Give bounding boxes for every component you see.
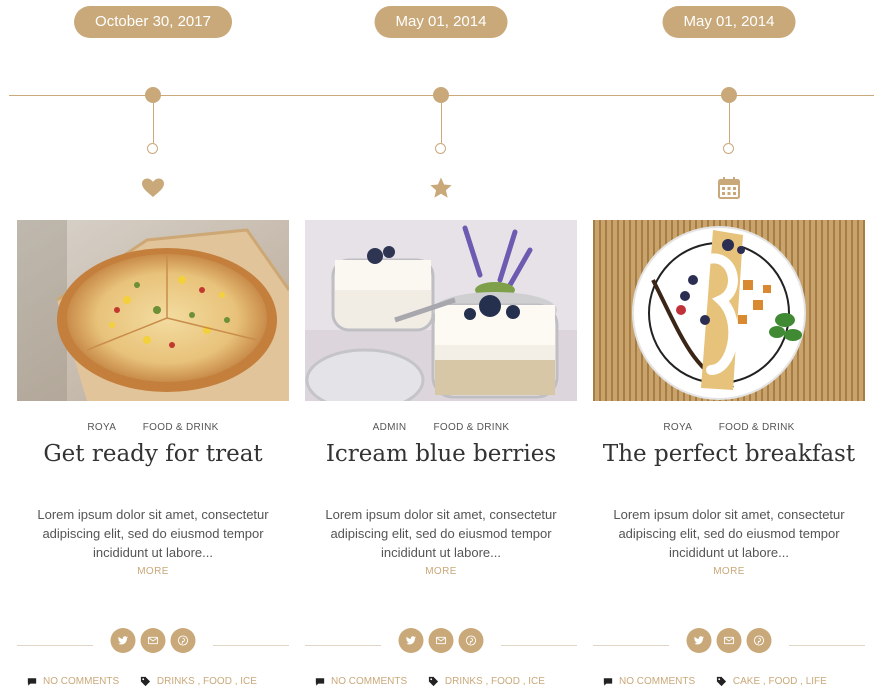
timeline-dot xyxy=(433,87,449,103)
tag-icon xyxy=(716,676,726,687)
pinterest-icon xyxy=(465,635,477,646)
divider xyxy=(305,645,381,646)
tag-link[interactable]: FOOD xyxy=(491,676,520,687)
email-share-button[interactable] xyxy=(428,628,454,653)
post-title[interactable]: Get ready for treat xyxy=(17,441,289,467)
share-buttons xyxy=(110,628,196,653)
twitter-icon xyxy=(693,636,705,645)
more-link[interactable]: MORE xyxy=(593,566,865,577)
timeline-stem xyxy=(441,103,442,143)
calendar-icon xyxy=(718,177,740,199)
post-footer: NO COMMENTS DRINKS , FOOD , ICE xyxy=(27,676,289,687)
divider xyxy=(593,645,669,646)
tag-icon xyxy=(140,676,150,687)
post-author[interactable]: ROYA xyxy=(87,422,115,433)
share-buttons xyxy=(398,628,484,653)
timeline-ring xyxy=(435,143,446,154)
tag-link[interactable]: DRINKS xyxy=(157,676,195,687)
post-image[interactable] xyxy=(593,220,865,401)
comment-icon xyxy=(27,677,37,686)
tag-link[interactable]: FOOD xyxy=(203,676,232,687)
post-author[interactable]: ADMIN xyxy=(373,422,407,433)
tag-link[interactable]: DRINKS xyxy=(445,676,483,687)
twitter-share-button[interactable] xyxy=(398,628,424,653)
timeline-stem xyxy=(153,103,154,143)
divider xyxy=(501,645,577,646)
post-excerpt: Lorem ipsum dolor sit amet, consectetur … xyxy=(37,507,269,560)
post-card: May 01, 2014 ROYA FOOD & DRINK The perfe… xyxy=(593,0,865,699)
pinterest-icon xyxy=(177,635,189,646)
timeline-dot xyxy=(145,87,161,103)
post-author[interactable]: ROYA xyxy=(663,422,691,433)
comments-link[interactable]: NO COMMENTS xyxy=(619,676,695,687)
post-category[interactable]: FOOD & DRINK xyxy=(719,422,795,433)
post-footer: NO COMMENTS CAKE , FOOD , LIFE xyxy=(603,676,865,687)
email-icon xyxy=(147,636,159,645)
divider xyxy=(789,645,865,646)
pinterest-share-button[interactable] xyxy=(458,628,484,653)
twitter-share-button[interactable] xyxy=(686,628,712,653)
post-title[interactable]: Icream blue berries xyxy=(305,441,577,467)
post-title[interactable]: The perfect breakfast xyxy=(593,441,865,467)
pinterest-share-button[interactable] xyxy=(170,628,196,653)
heart-icon xyxy=(142,178,164,197)
post-image[interactable] xyxy=(17,220,289,401)
post-excerpt: Lorem ipsum dolor sit amet, consectetur … xyxy=(325,507,557,560)
comment-icon xyxy=(315,677,325,686)
more-link[interactable]: MORE xyxy=(305,566,577,577)
tag-link[interactable]: CAKE xyxy=(733,676,760,687)
email-icon xyxy=(723,636,735,645)
comments-link[interactable]: NO COMMENTS xyxy=(331,676,407,687)
tag-link[interactable]: ICE xyxy=(240,676,257,687)
pinterest-share-button[interactable] xyxy=(746,628,772,653)
twitter-icon xyxy=(405,636,417,645)
email-icon xyxy=(435,636,447,645)
post-category[interactable]: FOOD & DRINK xyxy=(143,422,219,433)
timeline-dot xyxy=(721,87,737,103)
twitter-icon xyxy=(117,636,129,645)
post-date: May 01, 2014 xyxy=(374,6,508,38)
post-image[interactable] xyxy=(305,220,577,401)
pinterest-icon xyxy=(753,635,765,646)
tag-link[interactable]: LIFE xyxy=(806,676,827,687)
timeline-ring xyxy=(723,143,734,154)
email-share-button[interactable] xyxy=(140,628,166,653)
share-buttons xyxy=(686,628,772,653)
post-card: October 30, 2017 ROYA FOOD & DRINK Get r… xyxy=(17,0,289,699)
timeline-stem xyxy=(729,103,730,143)
post-card: May 01, 2014 ADMIN FOOD & DRINK Icream b… xyxy=(305,0,577,699)
post-date: May 01, 2014 xyxy=(662,6,796,38)
email-share-button[interactable] xyxy=(716,628,742,653)
divider xyxy=(17,645,93,646)
star-icon xyxy=(430,177,452,198)
post-excerpt: Lorem ipsum dolor sit amet, consectetur … xyxy=(613,507,845,560)
more-link[interactable]: MORE xyxy=(17,566,289,577)
tag-icon xyxy=(428,676,438,687)
tag-link[interactable]: FOOD xyxy=(768,676,797,687)
comments-link[interactable]: NO COMMENTS xyxy=(43,676,119,687)
post-date: October 30, 2017 xyxy=(74,6,232,38)
post-category[interactable]: FOOD & DRINK xyxy=(434,422,510,433)
divider xyxy=(213,645,289,646)
tag-link[interactable]: ICE xyxy=(528,676,545,687)
post-footer: NO COMMENTS DRINKS , FOOD , ICE xyxy=(315,676,577,687)
comment-icon xyxy=(603,677,613,686)
timeline-ring xyxy=(147,143,158,154)
twitter-share-button[interactable] xyxy=(110,628,136,653)
